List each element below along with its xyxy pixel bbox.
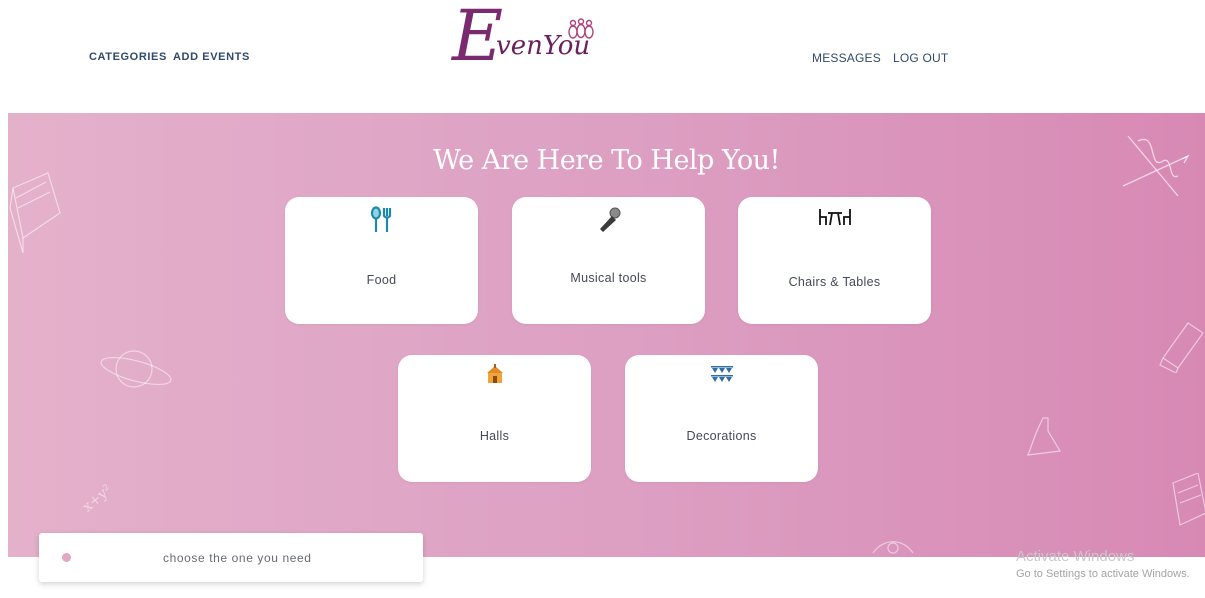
- card-label: Food: [366, 273, 397, 287]
- category-card-musical-tools[interactable]: Musical tools: [512, 197, 705, 324]
- flask-doodle-icon: [1027, 417, 1061, 456]
- activation-watermark: Activate Windows Go to Settings to activ…: [1016, 548, 1190, 580]
- formula-doodle-icon: x+y²: [80, 482, 116, 513]
- card-label: Halls: [479, 429, 510, 443]
- card-label: Musical tools: [570, 271, 647, 285]
- logo[interactable]: E venYou: [452, 1, 602, 85]
- category-card-chairs-tables[interactable]: Chairs & Tables: [738, 197, 931, 324]
- fork-spoon-icon: [285, 205, 478, 235]
- planet-doodle-icon: [100, 350, 172, 388]
- open-book-doodle-icon: [1172, 473, 1205, 526]
- toast-text: choose the one you need: [163, 551, 312, 565]
- svg-text:x+y²: x+y²: [80, 482, 116, 513]
- category-card-halls[interactable]: Halls: [398, 355, 591, 482]
- nav-messages-link[interactable]: MESSAGES: [812, 51, 881, 65]
- people-group-icon: [568, 18, 594, 39]
- nav-logout-link[interactable]: LOG OUT: [893, 51, 948, 65]
- card-label: Decorations: [686, 429, 757, 443]
- status-dot: [62, 553, 71, 562]
- book-doodle-right-icon: [1159, 322, 1204, 373]
- category-card-food[interactable]: Food: [285, 197, 478, 324]
- card-label: Chairs & Tables: [788, 275, 881, 289]
- book-doodle-icon: [9, 172, 61, 254]
- bunting-icon: [625, 363, 818, 393]
- watermark-subtitle: Go to Settings to activate Windows.: [1016, 568, 1190, 580]
- watermark-title: Activate Windows: [1016, 548, 1135, 564]
- hall-icon: [398, 363, 591, 393]
- hint-toast: choose the one you need: [39, 533, 423, 582]
- microphone-icon: [512, 205, 705, 235]
- nav-add-events-link[interactable]: ADD EVENTS: [173, 51, 250, 63]
- hero-section: x+y² We Are Here To Help You! Food Music…: [8, 113, 1205, 557]
- category-card-decorations[interactable]: Decorations: [625, 355, 818, 482]
- eye-doodle-icon: [872, 541, 914, 554]
- hero-title: We Are Here To Help You!: [433, 145, 780, 176]
- nav-categories-link[interactable]: CATEGORIES: [89, 51, 167, 63]
- header: CATEGORIES ADD EVENTS E venYou MESSAGES …: [0, 0, 1205, 113]
- chairs-table-icon: [738, 205, 931, 235]
